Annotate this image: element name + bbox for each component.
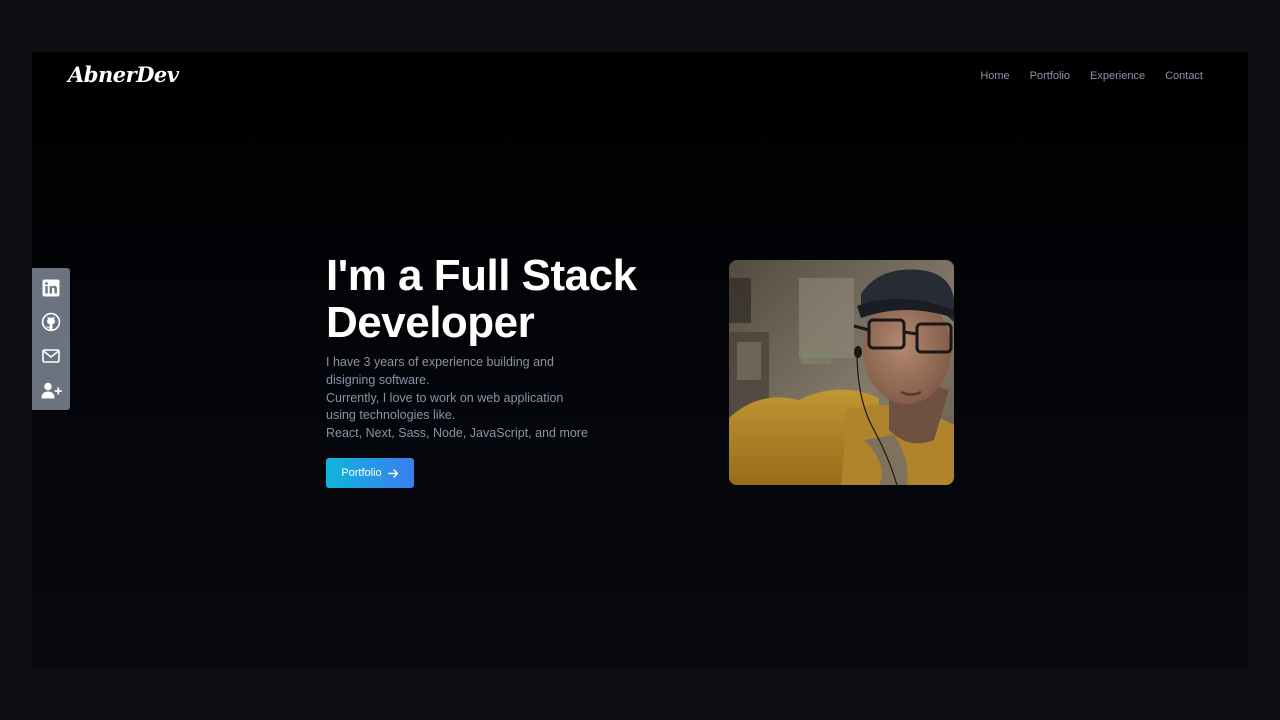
arrow-right-icon — [387, 468, 398, 478]
hero-description: I have 3 years of experience building an… — [326, 354, 626, 443]
main-nav: Home Portfolio Experience Contact — [980, 70, 1203, 82]
brand-logo[interactable]: AbnerDev — [68, 62, 179, 87]
profile-photo — [729, 260, 954, 485]
mail-icon[interactable] — [40, 345, 62, 367]
description-line: using technologies like. — [326, 408, 456, 423]
nav-experience-link[interactable]: Experience — [1090, 70, 1145, 82]
portfolio-button-label: Portfolio — [341, 467, 382, 479]
page-container: AbnerDev Home Portfolio Experience Conta… — [32, 52, 1248, 668]
github-icon[interactable] — [40, 311, 62, 333]
user-plus-icon[interactable] — [40, 379, 62, 401]
hero-title-line-2: Developer — [326, 298, 535, 347]
social-sidebar — [32, 268, 70, 410]
nav-portfolio-link[interactable]: Portfolio — [1030, 70, 1070, 82]
nav-contact-link[interactable]: Contact — [1165, 70, 1203, 82]
description-line: disigning software. — [326, 372, 430, 387]
portfolio-button[interactable]: Portfolio — [326, 458, 414, 488]
description-line: I have 3 years of experience building an… — [326, 355, 554, 369]
linkedin-icon[interactable] — [40, 277, 62, 299]
description-line: Currently, I love to work on web applica… — [326, 390, 564, 405]
hero-title: I'm a Full Stack Developer — [326, 252, 637, 346]
nav-home-link[interactable]: Home — [980, 70, 1009, 82]
hero-title-line-1: I'm a Full Stack — [326, 251, 637, 300]
description-line: React, Next, Sass, Node, JavaScript, and… — [326, 426, 588, 441]
